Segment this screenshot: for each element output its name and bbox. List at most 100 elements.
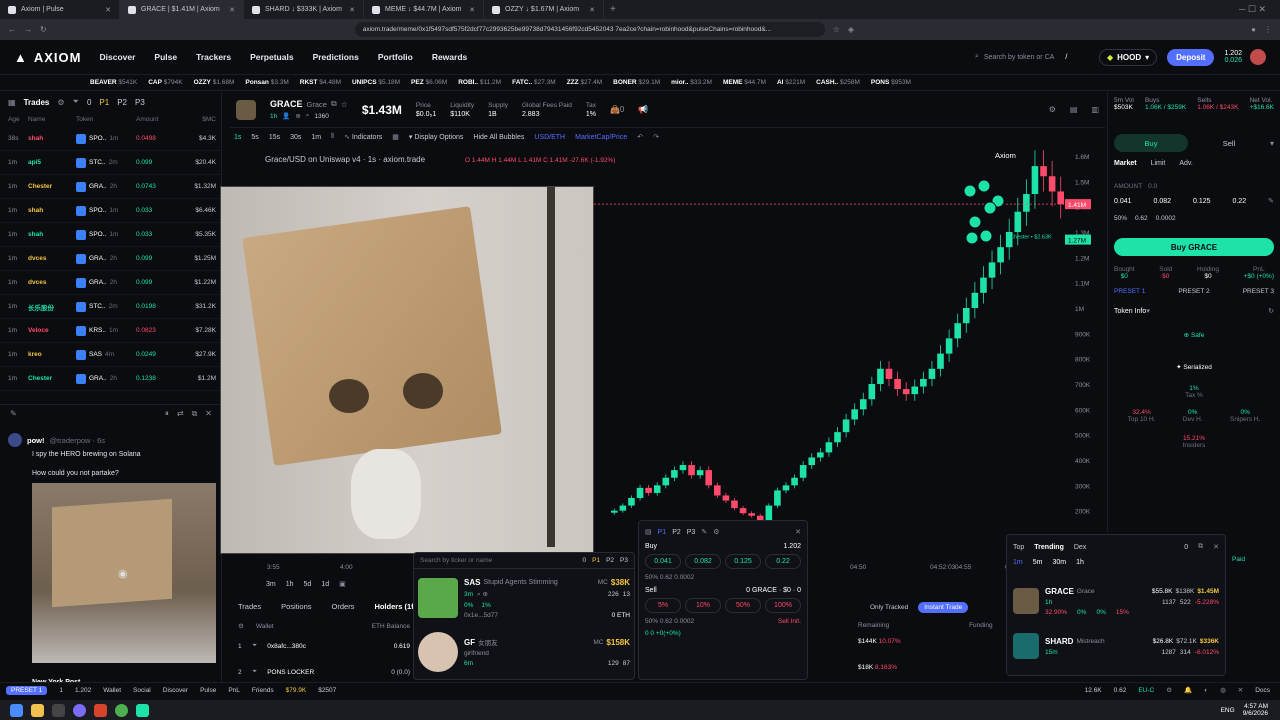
tf-1s[interactable]: 1s — [234, 134, 241, 141]
preset-p3[interactable]: P3 — [620, 557, 628, 564]
announce-icon[interactable]: 📢 — [638, 105, 648, 114]
ticker-item[interactable]: BEAVER $541K — [90, 79, 137, 86]
settings-icon[interactable]: ⚙ — [1166, 686, 1172, 694]
range-3m[interactable]: 3m — [266, 581, 276, 588]
trade-row[interactable]: 1m 长乐股份 STC.. 2m 0.0198 $31.2K — [0, 295, 221, 319]
tab-dex[interactable]: Dex — [1074, 544, 1086, 551]
trade-row[interactable]: 1m shah SPO.. 1m 0.033 $6.46K — [0, 199, 221, 223]
nav-discover[interactable]: Discover — [100, 52, 136, 62]
status-social[interactable]: Social — [133, 687, 151, 694]
axiom-logo[interactable]: ▲ AXIOM — [14, 50, 82, 65]
cat-image-overlay[interactable] — [220, 186, 594, 554]
preset-tab-2[interactable]: PRESET 2 — [1178, 288, 1209, 295]
trade-row[interactable]: 1m Chester GRA.. 2h 0.1238 $1.2M — [0, 367, 221, 391]
ticker-search-input[interactable]: Search by ticker or name — [420, 557, 492, 564]
browser-tab[interactable]: OZZY ↓ $1.67M | Axiom ✕ — [484, 0, 604, 19]
display-options-button[interactable]: ▾ Display Options — [409, 133, 464, 141]
chevron-down-icon[interactable]: ▾ — [1270, 139, 1274, 148]
trade-row[interactable]: 1m dvces GRA.. 2h 0.099 $1.22M — [0, 271, 221, 295]
undo-icon[interactable]: ↶ — [637, 133, 643, 141]
trade-row[interactable]: 1m shah SPO.. 1m 0.033 $5.35K — [0, 223, 221, 247]
status-discover[interactable]: Discover — [163, 687, 188, 694]
close-icon[interactable]: ✕ — [1213, 543, 1219, 551]
bookmark-icon[interactable]: ☆ — [833, 25, 840, 34]
browser-tab[interactable]: SHARD ↓ $333K | Axiom ✕ — [244, 0, 364, 19]
trade-row[interactable]: 1m Veloce KRS.. 1m 0.0823 $7.28K — [0, 319, 221, 343]
feed-username[interactable]: pow! — [27, 436, 45, 445]
hide-bubbles-button[interactable]: Hide All Bubbles — [473, 134, 524, 141]
sell-init-button[interactable]: Sell Init. — [778, 618, 801, 625]
pause-icon[interactable]: ⏸ — [165, 409, 169, 419]
profile-icon[interactable]: ● — [1251, 25, 1256, 34]
redo-icon[interactable]: ↷ — [653, 133, 659, 141]
close-tab-icon[interactable]: ✕ — [349, 6, 355, 14]
ticker-item[interactable]: Ponsan $3.3M — [245, 79, 288, 86]
ticker-item[interactable]: UNIPCS $5.18M — [352, 79, 400, 86]
nav-rewards[interactable]: Rewards — [432, 52, 467, 62]
status-wallet[interactable]: Wallet — [103, 687, 121, 694]
globe-icon[interactable]: ⊕ — [295, 112, 300, 120]
tab-positions[interactable]: Positions — [281, 602, 311, 611]
templates-icon[interactable]: ▦ — [392, 133, 399, 141]
token-info-header[interactable]: Token Info ▾ ↻ — [1114, 307, 1274, 316]
avatar[interactable] — [1250, 49, 1266, 65]
amount-preset[interactable]: 0.125 — [1193, 198, 1211, 205]
calendar-icon[interactable]: ▣ — [339, 580, 346, 588]
amount-preset[interactable]: 0.082 — [1154, 198, 1172, 205]
sell-tab[interactable]: Sell — [1192, 134, 1266, 152]
ticker-item[interactable]: OZZY $1.68M — [194, 79, 235, 86]
ticker-item[interactable]: RKST $4.48M — [300, 79, 341, 86]
trade-bubble[interactable] — [977, 179, 991, 193]
close-tab-icon[interactable]: ✕ — [469, 6, 475, 14]
bag-icon[interactable]: 👜 0 — [610, 105, 624, 114]
mc-price-toggle[interactable]: MarketCap/Price — [575, 134, 627, 141]
browser-icon[interactable] — [73, 703, 86, 717]
preset-p3[interactable]: P3 — [135, 98, 145, 107]
ticker-item[interactable]: ROBI.. $11.2M — [458, 79, 501, 86]
ticker-item[interactable]: PONS $953M — [871, 79, 911, 86]
trending-item[interactable]: SHARD Mistreach $26.8K $72.1K $336K 15m 1287 3… — [1013, 629, 1219, 663]
trade-bubble[interactable] — [968, 215, 982, 229]
layout-alt-icon[interactable]: ▥ — [1091, 105, 1099, 114]
preset-p2[interactable]: P2 — [117, 98, 127, 107]
trade-settings[interactable]: 50% 0.62 0.0002 — [1114, 215, 1274, 222]
discord-icon[interactable]: ◍ — [1220, 686, 1226, 694]
extension-icon[interactable]: ◈ — [848, 25, 854, 34]
settings-icon[interactable]: ⚙ — [713, 528, 719, 536]
ticker-item[interactable]: CAP $794K — [148, 79, 182, 86]
settings-icon[interactable]: ⚙ — [1049, 105, 1056, 114]
tf-1m[interactable]: 1m — [311, 134, 321, 141]
qt-buy-amount[interactable]: 0.22 — [765, 554, 801, 569]
ticker-item[interactable]: FATC.. $27.3M — [512, 79, 556, 86]
trending-item[interactable]: GRACE Grace $55.8K $138K $1.45M 1h 1137 522 -5.… — [1013, 573, 1219, 629]
star-icon[interactable]: ☆ — [341, 100, 348, 109]
trade-row[interactable]: 1m dvces GRA.. 2h 0.099 $1.25M — [0, 247, 221, 271]
swap-icon[interactable]: ⇄ — [177, 409, 184, 418]
explorer-icon[interactable] — [31, 703, 44, 717]
close-icon[interactable]: ✕ — [205, 409, 212, 418]
trade-bubble[interactable] — [983, 201, 997, 215]
notification-icon[interactable]: 🔔 — [1184, 686, 1192, 694]
start-icon[interactable] — [10, 703, 23, 717]
browser-tab-active[interactable]: GRACE | $1.41M | Axiom ✕ — [120, 0, 244, 19]
tf-5s[interactable]: 5s — [251, 134, 258, 141]
preset-p1[interactable]: P1 — [658, 529, 667, 536]
trade-marker-label[interactable]: Chester • $2.63K — [1010, 235, 1052, 241]
panel-toggle-icon[interactable]: ▦ — [8, 98, 16, 107]
amount-preset[interactable]: 0.22 — [1233, 198, 1247, 205]
feed-pen-icon[interactable]: ✎ — [10, 409, 17, 418]
filter-icon[interactable]: ⏷ — [73, 97, 79, 107]
qt-buy-amount[interactable]: 0.082 — [685, 554, 721, 569]
preset-tab-3[interactable]: PRESET 3 — [1243, 288, 1274, 295]
trades-tab[interactable]: Trades — [24, 98, 50, 107]
settings-icon[interactable]: ⚙ — [238, 622, 244, 630]
token-avatar[interactable] — [236, 99, 256, 120]
tf-30s[interactable]: 30s — [290, 134, 301, 141]
chain-selector[interactable]: ◆ HOOD ▾ — [1098, 48, 1158, 66]
preset-p2[interactable]: P2 — [672, 529, 681, 536]
qt-buy-amount[interactable]: 0.125 — [725, 554, 761, 569]
close-tab-icon[interactable]: ✕ — [105, 6, 111, 14]
copy-icon[interactable]: ⧉ — [331, 99, 337, 109]
preset-p1[interactable]: P1 — [99, 98, 109, 107]
holder-row[interactable]: 2 ⏷ PONS LOCKER 0 (0.0) — [238, 668, 410, 676]
